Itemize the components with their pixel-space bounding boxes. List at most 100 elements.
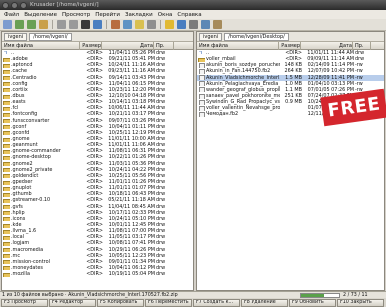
- menu-item-file[interactable]: Файл: [4, 12, 19, 18]
- f7-mkdir-button[interactable]: F7 Создать к...: [193, 298, 240, 307]
- f9-refresh-button[interactable]: F9 Обновить: [289, 298, 336, 307]
- left-path-tab[interactable]: /home/ivgeni/: [29, 32, 72, 41]
- minimize-window-button[interactable]: [11, 1, 18, 9]
- menu-item-help[interactable]: Справка: [177, 12, 201, 18]
- menu-item-windows[interactable]: Окна: [158, 12, 173, 18]
- column-size-header[interactable]: Размер: [279, 41, 301, 50]
- file-size: <DIR>: [86, 191, 103, 198]
- file-attr: drw: [156, 80, 166, 87]
- left-file-panel[interactable]: ivgeni /home/ivgeni/ Имя файла Размер Да…: [1, 31, 194, 291]
- search-icon[interactable]: [93, 20, 102, 29]
- file-size: <DIR>: [86, 99, 103, 106]
- compare-icon[interactable]: [111, 20, 120, 29]
- folder-icon: [3, 253, 10, 259]
- file-date: 10/24/11 04:22 PM: [108, 166, 155, 173]
- file-size: <DIR>: [86, 166, 103, 173]
- file-attr: drw: [156, 154, 166, 161]
- file-icon: [198, 111, 205, 117]
- copy-icon[interactable]: [57, 20, 66, 29]
- mount-icon[interactable]: [189, 20, 198, 29]
- file-attr: drw: [156, 209, 166, 216]
- file-size: <DIR>: [86, 129, 103, 136]
- file-date: 11/01/11 11:06 AM: [108, 142, 155, 149]
- file-name: .gconf: [11, 123, 27, 130]
- folder-icon: [3, 210, 10, 216]
- file-name: .mozilla: [11, 271, 30, 278]
- sync-icon[interactable]: [123, 20, 132, 29]
- edit-icon[interactable]: [135, 20, 144, 29]
- right-file-panel[interactable]: ivgeni /home/ivgeni/Desktop/ Имя файла Р…: [196, 31, 385, 291]
- file-size: <DIR>: [86, 68, 103, 75]
- star-icon[interactable]: [165, 20, 174, 29]
- menu-item-select[interactable]: Выделение: [24, 12, 57, 18]
- file-attr: drw: [156, 234, 166, 241]
- column-name-header[interactable]: Имя файла: [197, 41, 279, 50]
- file-date: 10/24/11 11:16 AM: [108, 62, 155, 69]
- f6-move-button[interactable]: F6 Переместить: [145, 298, 192, 307]
- column-attr-header[interactable]: Пр.: [353, 41, 371, 50]
- file-attr: -rw: [355, 80, 363, 87]
- file-name: .cache: [11, 68, 28, 75]
- file-date: 09/07/11 03:26 PM: [108, 117, 155, 124]
- move-icon[interactable]: [69, 20, 78, 29]
- folder-icon: [3, 198, 10, 203]
- file-name: .gnuplot: [11, 185, 32, 192]
- file-date: 11/04/11 05:26 PM: [108, 50, 155, 57]
- column-date-header[interactable]: Дата: [301, 41, 353, 50]
- file-size: <DIR>: [86, 117, 103, 124]
- file-date: 01/04/10 03:13 PM: [307, 80, 354, 87]
- file-size: <DIR>: [86, 56, 103, 63]
- terminal-icon[interactable]: [81, 20, 90, 29]
- new-window-icon[interactable]: [3, 20, 12, 29]
- file-row[interactable]: .mozilla <DIR> 10/19/11 05:04 PM drw: [2, 271, 193, 277]
- menu-item-bookmarks[interactable]: Закладки: [125, 12, 153, 18]
- left-drive-button[interactable]: ivgeni: [4, 32, 28, 41]
- file-date: 10/22/11 01:26 PM: [108, 154, 155, 161]
- file-attr: drw: [156, 271, 166, 278]
- lock-icon[interactable]: [213, 20, 222, 29]
- folder-icon: [3, 223, 10, 228]
- file-name: .gstreamer-0.10: [11, 197, 51, 204]
- folder-icon: [3, 137, 10, 142]
- column-size-header[interactable]: Размер: [80, 41, 102, 50]
- network-icon[interactable]: [177, 20, 186, 29]
- file-attr: drw: [156, 56, 166, 63]
- file-date: 10/21/11 03:17 PM: [108, 111, 155, 118]
- file-name: .logjam: [11, 240, 30, 247]
- right-drive-button[interactable]: ivgeni: [199, 32, 223, 41]
- file-size: <DIR>: [86, 80, 103, 87]
- file-name: .gconfd: [11, 129, 30, 136]
- file-attr: drw: [156, 191, 166, 198]
- file-date: 12/07/09 10:42 PM: [307, 68, 354, 75]
- column-name-header[interactable]: Имя файла: [2, 41, 80, 50]
- forward-icon[interactable]: [27, 20, 36, 29]
- file-date: 11/08/11 06:31 PM: [108, 148, 155, 155]
- f8-delete-button[interactable]: F8 Удаление: [241, 298, 288, 307]
- disk-icon[interactable]: [201, 20, 210, 29]
- file-name: .cortiix: [11, 86, 28, 93]
- maximize-window-button[interactable]: [20, 1, 27, 9]
- menu-item-go[interactable]: Перейти: [95, 12, 120, 18]
- function-key-bar: F3 Просмотр F4 Редактор F5 Копировать F6…: [0, 298, 386, 307]
- column-attr-header[interactable]: Пр.: [154, 41, 174, 50]
- window-controls: [2, 1, 27, 9]
- folder-icon: [3, 69, 10, 74]
- f3-view-button[interactable]: F3 Просмотр: [1, 298, 48, 307]
- settings-icon[interactable]: [147, 20, 156, 29]
- column-date-header[interactable]: Дата: [102, 41, 154, 50]
- file-size: 251 KB: [284, 93, 302, 100]
- f5-copy-button[interactable]: F5 Копировать: [97, 298, 144, 307]
- file-name: .easts: [11, 99, 26, 106]
- home-icon[interactable]: [39, 20, 48, 29]
- menu-item-view[interactable]: Просмотр: [62, 12, 90, 18]
- file-icon: [198, 99, 205, 105]
- file-icon: [198, 93, 205, 99]
- folder-icon: [3, 216, 10, 222]
- f10-close-button[interactable]: F10 Закрыть: [337, 298, 384, 307]
- file-size: <DIR>: [86, 93, 103, 100]
- right-path-tab[interactable]: /home/ivgeni/Desktop/: [224, 32, 289, 41]
- back-icon[interactable]: [15, 20, 24, 29]
- f4-edit-button[interactable]: F4 Редактор: [49, 298, 96, 307]
- file-name: .mission-control: [11, 258, 50, 265]
- close-window-button[interactable]: [2, 1, 9, 9]
